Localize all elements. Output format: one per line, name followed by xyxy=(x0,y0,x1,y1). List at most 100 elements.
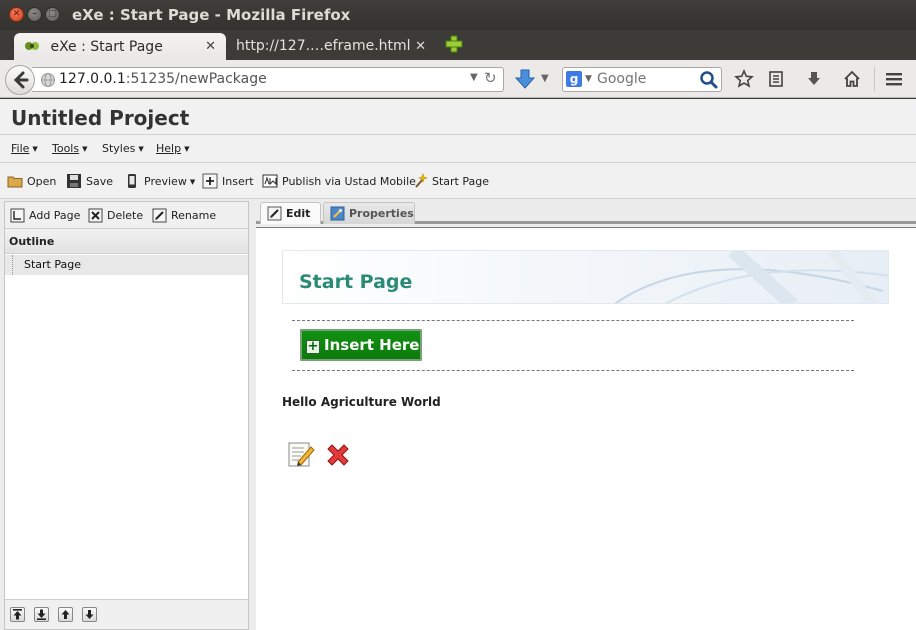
browser-tab-active[interactable]: eXe : Start Page ✕ xyxy=(14,33,226,60)
back-arrow-icon xyxy=(13,71,29,89)
outline-move-toolbar xyxy=(5,599,248,629)
minimize-icon: – xyxy=(32,9,37,19)
rename-page-button[interactable]: Rename xyxy=(152,208,216,223)
menu-tools[interactable]: Tools ▼ xyxy=(52,142,88,155)
outline-header: Outline xyxy=(5,229,248,254)
menu-help[interactable]: Help ▼ xyxy=(156,142,189,155)
reload-icon[interactable]: ↻ xyxy=(484,69,497,87)
url-text: 127.0.0.1:51235/newPackage xyxy=(59,71,267,87)
open-button[interactable]: Open xyxy=(7,173,56,191)
move-up-button[interactable] xyxy=(58,607,73,622)
project-title: Untitled Project xyxy=(11,106,190,130)
main-toolbar: Open Save Preview ▼ Insert Publish via Us… xyxy=(0,163,916,199)
editor-panel: Edit Properties Start Page +Insert Here xyxy=(256,199,916,630)
hamburger-menu-icon[interactable] xyxy=(884,69,904,89)
insert-here-button[interactable]: + Insert Here xyxy=(300,329,422,361)
magic-wand-icon xyxy=(415,173,428,188)
toolbar-separator xyxy=(874,67,875,91)
floppy-disk-icon xyxy=(67,174,81,188)
exe-app: Untitled Project File ▼ Tools ▼ Styles ▼ He… xyxy=(0,99,916,630)
window-minimize-button[interactable]: – xyxy=(27,7,42,22)
window-close-button[interactable]: ✕ xyxy=(9,7,24,22)
banner-decoration xyxy=(614,251,888,303)
publish-ustad-mobile-button[interactable]: Publish via Ustad Mobile xyxy=(262,173,416,191)
edit-pencil-icon xyxy=(267,206,282,221)
tab-properties[interactable]: Properties xyxy=(323,202,415,224)
mobile-phone-icon xyxy=(128,174,136,188)
outline-item-start-page[interactable]: Start Page xyxy=(5,255,248,275)
tab-close-icon[interactable]: ✕ xyxy=(415,39,426,54)
page-title-banner: Start Page xyxy=(282,250,889,304)
project-header: Untitled Project xyxy=(0,99,916,135)
plus-icon: + xyxy=(306,339,320,354)
tab-edit[interactable]: Edit xyxy=(260,202,321,224)
bookmark-star-icon[interactable] xyxy=(734,69,754,89)
dropdown-caret-icon[interactable]: ▼ xyxy=(541,73,549,84)
new-tab-plus-icon[interactable] xyxy=(444,34,464,54)
window-titlebar: ✕ – □ eXe : Start Page - Mozilla Firefox xyxy=(0,0,916,30)
delete-x-icon xyxy=(88,208,103,223)
exe-favicon-icon xyxy=(25,42,39,50)
start-page-button[interactable]: Start Page xyxy=(412,173,489,191)
editor-tabs: Edit Properties xyxy=(256,199,916,224)
edit-idevice-icon[interactable] xyxy=(286,439,316,469)
search-input[interactable] xyxy=(597,71,697,87)
editor-canvas: Start Page + Insert Here Hello Agricultur… xyxy=(256,227,916,630)
page-heading: Start Page xyxy=(299,271,413,293)
outline-toolbar: Add Page Delete Rename xyxy=(5,202,248,229)
plus-box-icon xyxy=(202,173,218,189)
move-up-icon xyxy=(61,610,70,619)
download-status-icon[interactable] xyxy=(514,68,536,90)
outline-panel: Add Page Delete Rename Outline Start Pag… xyxy=(4,201,249,630)
caret-down-icon: ▼ xyxy=(189,178,196,186)
downloads-icon[interactable] xyxy=(804,69,824,89)
url-bar[interactable]: 127.0.0.1:51235/newPackage ▼ ↻ xyxy=(32,67,504,92)
move-bottom-button[interactable] xyxy=(34,607,49,622)
insert-button[interactable]: Insert xyxy=(202,173,254,191)
preview-button[interactable]: Preview ▼ xyxy=(124,173,195,191)
add-page-icon xyxy=(10,208,25,223)
move-top-button[interactable] xyxy=(10,607,25,622)
insert-area-divider-top xyxy=(292,320,854,321)
browser-tab-inactive[interactable]: http://127.…eframe.html ✕ xyxy=(226,33,436,60)
move-down-button[interactable] xyxy=(82,607,97,622)
rename-pencil-icon xyxy=(152,208,167,223)
home-icon[interactable] xyxy=(842,69,862,89)
insert-area-divider-bottom xyxy=(292,370,854,371)
search-icon[interactable] xyxy=(699,70,719,90)
delete-idevice-icon[interactable] xyxy=(324,441,352,469)
save-button[interactable]: Save xyxy=(66,173,113,191)
delete-page-button[interactable]: Delete xyxy=(88,208,143,223)
search-bar[interactable]: g ▼ xyxy=(562,67,722,92)
menu-file[interactable]: File ▼ xyxy=(11,142,38,155)
add-page-button[interactable]: Add Page xyxy=(10,208,80,223)
caret-down-icon: ▼ xyxy=(138,145,144,153)
close-icon: ✕ xyxy=(12,9,21,19)
globe-icon xyxy=(41,73,55,87)
google-engine-icon[interactable]: g xyxy=(566,71,582,87)
caret-down-icon: ▼ xyxy=(184,145,190,153)
browser-tab-strip: eXe : Start Page ✕ http://127.…eframe.ht… xyxy=(0,30,916,60)
move-top-icon xyxy=(13,609,22,620)
back-button[interactable] xyxy=(5,65,35,95)
window-maximize-button[interactable]: □ xyxy=(45,7,60,22)
folder-icon xyxy=(7,176,23,188)
tree-connector xyxy=(12,255,13,275)
idevice-content-text: Hello Agriculture World xyxy=(282,395,441,409)
properties-tools-icon xyxy=(330,206,345,221)
engine-dropdown-icon[interactable]: ▼ xyxy=(585,74,592,84)
move-bottom-icon xyxy=(37,609,46,620)
menu-bar: File ▼ Tools ▼ Styles ▼ Help ▼ xyxy=(0,135,916,163)
browser-tab-label: http://127.…eframe.html xyxy=(236,38,411,54)
maximize-icon: □ xyxy=(48,9,57,19)
menu-styles[interactable]: Styles ▼ xyxy=(102,142,144,155)
tab-close-icon[interactable]: ✕ xyxy=(205,39,216,54)
browser-tab-label: eXe : Start Page xyxy=(50,39,163,55)
caret-down-icon: ▼ xyxy=(82,145,88,153)
window-title: eXe : Start Page - Mozilla Firefox xyxy=(72,6,351,24)
bookmarks-list-icon[interactable] xyxy=(766,69,786,89)
caret-down-icon: ▼ xyxy=(32,145,38,153)
url-history-dropdown-icon[interactable]: ▼ xyxy=(470,72,478,83)
move-down-icon xyxy=(85,610,94,619)
navigation-bar: 127.0.0.1:51235/newPackage ▼ ↻ ▼ g ▼ xyxy=(0,60,916,98)
